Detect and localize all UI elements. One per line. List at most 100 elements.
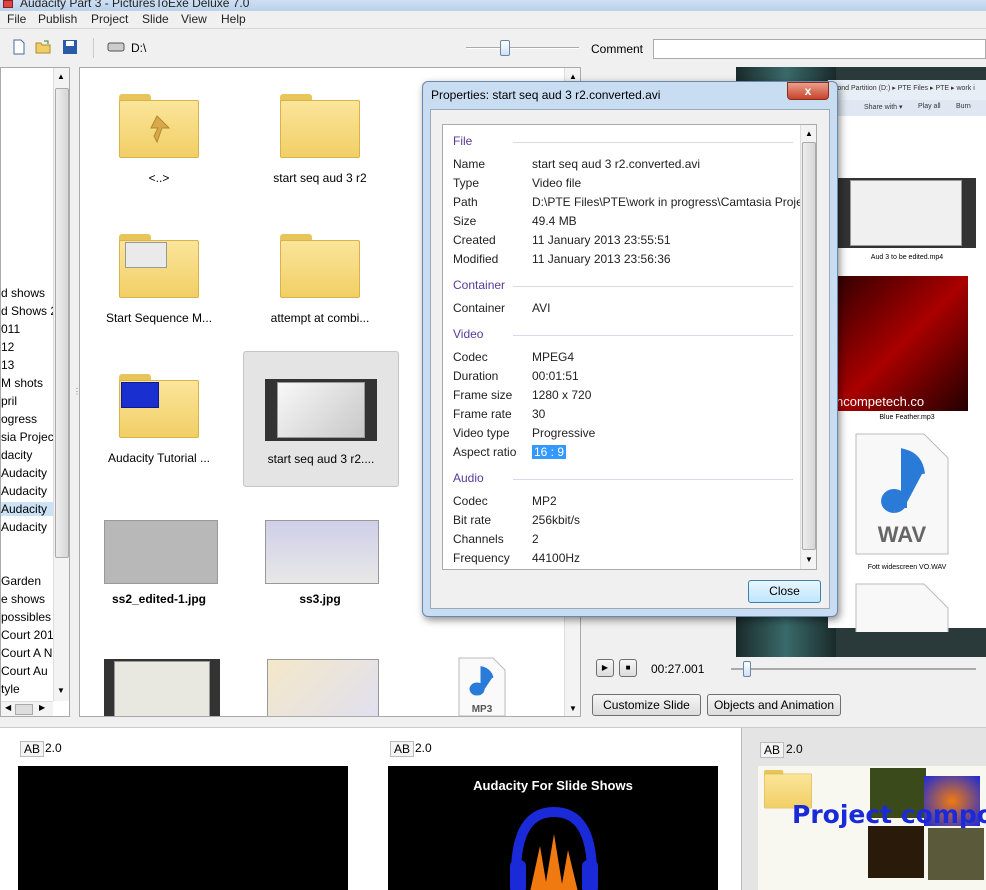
tree-item[interactable]: ogress xyxy=(1,412,37,426)
property-value[interactable]: 11 January 2013 23:55:51 xyxy=(532,233,671,247)
property-key: Modified xyxy=(453,252,499,266)
tree-item[interactable]: Garden xyxy=(1,574,41,588)
properties-scrollbar[interactable]: ▲ ▼ xyxy=(800,125,816,569)
property-value[interactable]: 44100Hz xyxy=(532,551,580,565)
customize-slide-button[interactable]: Customize Slide xyxy=(592,694,701,716)
menu-help[interactable]: Help xyxy=(221,12,246,26)
property-key: Duration xyxy=(453,369,499,383)
save-icon[interactable] xyxy=(62,39,78,55)
scroll-up-icon[interactable]: ▲ xyxy=(805,129,813,138)
section-divider xyxy=(513,335,793,336)
property-key: Size xyxy=(453,214,477,228)
close-icon[interactable]: x xyxy=(787,82,829,100)
zoom-slider[interactable] xyxy=(466,47,579,49)
tree-item[interactable]: pril xyxy=(1,394,17,408)
file-tile-video-selected[interactable]: start seq aud 3 r2.... xyxy=(243,351,399,487)
property-value[interactable]: 2 xyxy=(532,532,539,546)
tree-item[interactable]: 13 xyxy=(1,358,14,372)
tree-item[interactable]: Court 201 xyxy=(1,628,54,642)
tree-item[interactable]: e shows xyxy=(1,592,45,606)
new-file-icon[interactable] xyxy=(11,39,27,55)
menu-project[interactable]: Project xyxy=(91,12,128,26)
property-value[interactable]: D:\PTE Files\PTE\work in progress\Camtas… xyxy=(532,195,812,209)
tree-item[interactable]: Audacity xyxy=(1,466,47,480)
scroll-down-icon[interactable]: ▼ xyxy=(805,555,813,564)
file-label: ss3.jpg xyxy=(299,592,341,606)
player-timeline[interactable] xyxy=(731,668,976,670)
property-value[interactable]: start seq aud 3 r2.converted.avi xyxy=(532,157,700,171)
file-tile-folder[interactable]: start seq aud 3 r2 xyxy=(242,78,398,212)
tree-hscrollbar[interactable]: ◀ ▶ xyxy=(1,701,53,716)
tree-item[interactable]: sia Project xyxy=(1,430,57,444)
tree-item[interactable]: Audacity xyxy=(1,502,53,516)
menu-slide[interactable]: Slide xyxy=(142,12,169,26)
objects-animation-button[interactable]: Objects and Animation xyxy=(707,694,841,716)
preview-explorer: Aud 3 to be edited.mp4 ncompetech.co Blu… xyxy=(828,116,986,632)
tree-item[interactable]: possibles xyxy=(1,610,51,624)
property-value[interactable]: 16 : 9 xyxy=(532,445,567,459)
comment-input[interactable] xyxy=(653,39,986,59)
file-tile-folder[interactable]: Start Sequence M... xyxy=(81,218,237,352)
property-value[interactable]: 11 January 2013 23:56:36 xyxy=(532,252,671,266)
scroll-down-icon[interactable]: ▼ xyxy=(57,686,65,695)
open-folder-icon[interactable] xyxy=(35,39,51,55)
tree-item[interactable]: tyle xyxy=(1,682,20,696)
tree-item[interactable]: 011 xyxy=(1,322,20,336)
zoom-slider-thumb[interactable] xyxy=(500,40,510,56)
file-tile-folder[interactable]: Audacity Tutorial ... xyxy=(81,358,237,492)
play-icon[interactable]: ▶ xyxy=(596,659,614,677)
tree-item[interactable]: 12 xyxy=(1,340,14,354)
property-value[interactable]: 00:01:51 xyxy=(532,369,579,383)
tree-item[interactable]: dacity xyxy=(1,448,32,462)
file-tile-mp3[interactable]: MP3 xyxy=(420,648,506,716)
slide-duration: 2.0 xyxy=(45,741,62,755)
tree-hscroll-thumb[interactable] xyxy=(15,704,33,715)
property-value[interactable]: Video file xyxy=(532,176,581,190)
file-label: attempt at combi... xyxy=(270,311,370,325)
file-tile-image[interactable]: ss3.jpg xyxy=(242,508,398,642)
scroll-right-icon[interactable]: ▶ xyxy=(39,703,45,712)
file-tile-image[interactable]: ss2_edited-1.jpg xyxy=(81,508,237,642)
scroll-up-icon[interactable]: ▲ xyxy=(569,72,577,81)
property-value[interactable]: MP2 xyxy=(532,494,557,508)
tree-item[interactable]: Audacity xyxy=(1,484,47,498)
file-tile-video[interactable] xyxy=(242,648,398,716)
stop-icon[interactable]: ■ xyxy=(619,659,637,677)
property-value[interactable]: 49.4 MB xyxy=(532,214,577,228)
property-value[interactable]: 30 xyxy=(532,407,545,421)
section-heading: Audio xyxy=(453,471,484,485)
menu-view[interactable]: View xyxy=(181,12,207,26)
properties-scroll-thumb[interactable] xyxy=(802,142,816,550)
section-divider xyxy=(513,479,793,480)
up-arrow-icon xyxy=(150,115,171,144)
tree-item[interactable]: M shots xyxy=(1,376,43,390)
tree-scroll-thumb[interactable] xyxy=(55,88,69,558)
close-button[interactable]: Close xyxy=(748,580,821,603)
tree-item[interactable]: Court A N xyxy=(1,646,52,660)
property-value[interactable]: MPEG4 xyxy=(532,350,574,364)
slide-3[interactable]: AB 2.0 Project compon xyxy=(741,728,986,890)
tree-item[interactable]: Court Au xyxy=(1,664,48,678)
property-value[interactable]: 256kbit/s xyxy=(532,513,580,527)
pane-splitter[interactable]: ⋮ xyxy=(70,67,81,717)
property-value[interactable]: 1280 x 720 xyxy=(532,388,591,402)
player-timeline-thumb[interactable] xyxy=(743,661,752,677)
scroll-up-icon[interactable]: ▲ xyxy=(57,72,65,81)
tree-item[interactable]: d shows xyxy=(1,286,45,300)
menu-file[interactable]: File xyxy=(7,12,26,26)
section-heading: Video xyxy=(453,327,484,341)
menu-publish[interactable]: Publish xyxy=(38,12,77,26)
file-tile-parent[interactable]: <..> xyxy=(81,78,237,212)
property-key: Container xyxy=(453,301,506,315)
file-tile-video[interactable] xyxy=(81,648,237,716)
slide-ab-badge: AB xyxy=(390,741,415,757)
scroll-down-icon[interactable]: ▼ xyxy=(569,704,577,713)
section-heading: File xyxy=(453,134,473,148)
scroll-left-icon[interactable]: ◀ xyxy=(5,703,11,712)
tree-item[interactable]: Audacity xyxy=(1,520,47,534)
property-value[interactable]: AVI xyxy=(532,301,550,315)
file-tile-folder[interactable]: attempt at combi... xyxy=(242,218,398,352)
property-value[interactable]: Progressive xyxy=(532,426,595,440)
menu-bar: File Publish Project Slide View Help xyxy=(0,11,986,29)
tree-scrollbar[interactable]: ▲ ▼ xyxy=(53,68,69,701)
